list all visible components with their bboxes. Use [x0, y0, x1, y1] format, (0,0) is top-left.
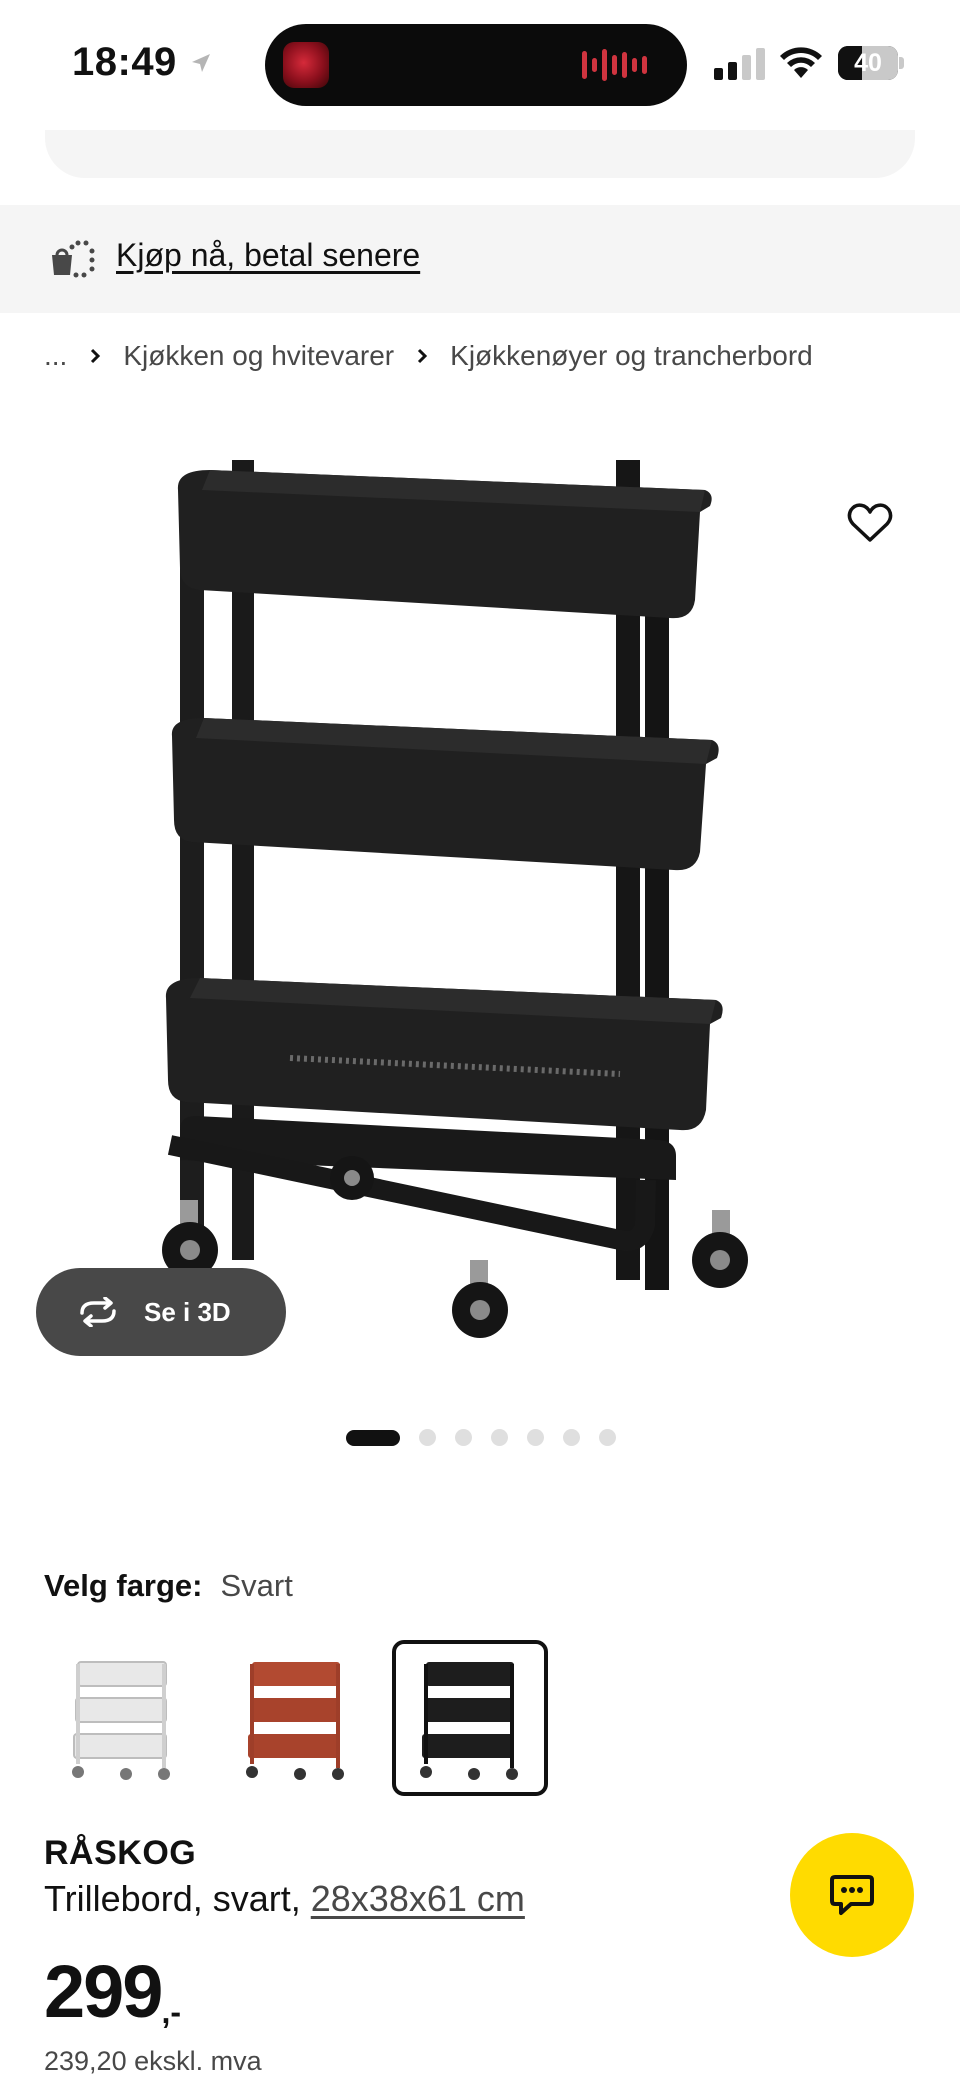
color-swatch-white[interactable] [44, 1640, 200, 1796]
wheel [330, 1156, 374, 1200]
breadcrumb-item-kitchen[interactable]: Kjøkken og hvitevarer [123, 340, 394, 372]
pagination-dot[interactable] [419, 1429, 436, 1446]
color-picker-heading: Velg farge: Svart [44, 1568, 293, 1604]
selected-color: Svart [220, 1568, 293, 1603]
buy-now-pay-later-link[interactable]: Kjøp nå, betal senere [116, 237, 420, 274]
price-suffix: ,- [161, 1994, 182, 2030]
rotate-3d-icon [80, 1297, 116, 1327]
product-image[interactable] [140, 440, 780, 1380]
battery-level: 40 [854, 49, 882, 77]
cellular-signal-icon [714, 48, 765, 80]
status-bar: 18:49 40 [0, 0, 960, 130]
chat-button[interactable] [790, 1833, 914, 1957]
breadcrumb-item-kitchen-islands[interactable]: Kjøkkenøyer og trancherbord [450, 340, 813, 372]
payment-banner: Kjøp nå, betal senere [0, 205, 960, 313]
wheel [692, 1210, 748, 1288]
battery-icon: 40 [838, 46, 904, 80]
wheel [452, 1260, 508, 1338]
pagination-dot[interactable] [491, 1429, 508, 1446]
price-excl-vat: 239,20 ekskl. mva [44, 2046, 262, 2076]
color-swatch-black[interactable] [392, 1640, 548, 1796]
payment-bag-icon [52, 240, 95, 278]
status-time: 18:49 [72, 40, 177, 84]
product-name: RÅSKOG [44, 1834, 197, 1872]
color-swatch-red[interactable] [218, 1640, 374, 1796]
color-picker-label: Velg farge: [44, 1568, 203, 1603]
location-arrow-icon [192, 54, 210, 72]
red-cart-icon [246, 1662, 344, 1780]
chat-icon [830, 1875, 874, 1915]
product-description-text: Trillebord, svart, [44, 1878, 301, 1919]
pagination-dot[interactable] [599, 1429, 616, 1446]
recording-app-icon [283, 42, 329, 88]
image-pagination [346, 1429, 616, 1446]
price-amount: 299 [44, 1950, 163, 2033]
dynamic-island [265, 24, 687, 106]
pagination-dot[interactable] [527, 1429, 544, 1446]
view-in-3d-button[interactable]: Se i 3D [36, 1268, 286, 1356]
breadcrumb: ... Kjøkken og hvitevarer Kjøkkenøyer og… [44, 340, 813, 372]
white-cart-icon [72, 1661, 170, 1780]
wheel [162, 1200, 218, 1278]
audio-waveform-icon [582, 48, 647, 82]
view-in-3d-label: Se i 3D [144, 1296, 231, 1327]
chevron-right-icon [418, 348, 428, 364]
heart-icon[interactable] [845, 498, 895, 548]
pagination-dot-active[interactable] [346, 1429, 400, 1446]
black-cart-icon [420, 1662, 518, 1780]
wifi-icon [780, 47, 822, 78]
pagination-dot[interactable] [455, 1429, 472, 1446]
product-size-link[interactable]: 28x38x61 cm [311, 1878, 525, 1919]
product-description: Trillebord, svart, 28x38x61 cm [44, 1878, 525, 1920]
product-price: 299 ,- [44, 1954, 181, 2031]
pagination-dot[interactable] [563, 1429, 580, 1446]
chevron-right-icon [91, 348, 101, 364]
breadcrumb-ellipsis[interactable]: ... [44, 340, 67, 372]
